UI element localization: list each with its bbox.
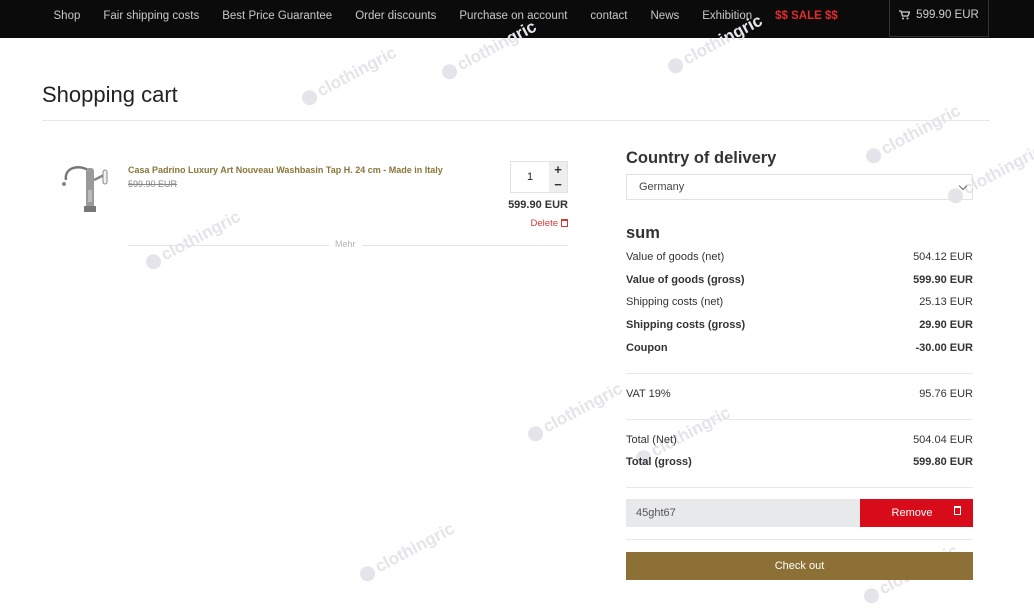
quantity-increase-button[interactable]: + — [549, 162, 567, 177]
row-label: VAT 19% — [626, 388, 671, 400]
more-toggle[interactable]: Mehr — [329, 239, 362, 249]
row-value: 25.13 EUR — [919, 296, 973, 308]
more-divider: Mehr — [128, 239, 568, 249]
row-value: 599.80 EUR — [913, 456, 973, 468]
row-label: Value of goods (net) — [626, 251, 725, 263]
row-value: 599.90 EUR — [913, 274, 973, 286]
divider — [626, 487, 973, 488]
checkout-button[interactable]: Check out — [626, 552, 973, 580]
row-label: Shipping costs (net) — [626, 296, 724, 308]
nav-best-price[interactable]: Best Price Guarantee — [222, 10, 332, 22]
cart-icon — [899, 10, 911, 20]
delivery-heading: Country of delivery — [626, 149, 777, 167]
divider — [626, 419, 973, 420]
watermark: clothingric — [142, 207, 244, 274]
trash-icon — [954, 506, 961, 515]
product-original-price: 599.90 EUR — [128, 179, 178, 189]
row-label: Value of goods (gross) — [626, 274, 745, 286]
title-divider — [42, 120, 990, 121]
nav-purchase-on-account[interactable]: Purchase on account — [459, 10, 567, 22]
chevron-down-icon — [958, 181, 968, 191]
top-navigation-bar: Shop Fair shipping costs Best Price Guar… — [0, 0, 1034, 38]
quantity-decrease-button[interactable]: − — [549, 177, 567, 192]
trash-icon — [561, 219, 568, 227]
nav-exhibition[interactable]: Exhibition — [702, 10, 752, 22]
sum-heading: sum — [626, 224, 660, 242]
mini-cart-total: 599.90 EUR — [916, 9, 979, 21]
product-thumbnail[interactable] — [58, 160, 122, 222]
coupon-code-field[interactable]: 45ght67 — [626, 499, 860, 527]
nav-sale[interactable]: $$ SALE $$ — [775, 10, 838, 22]
nav-shop[interactable]: Shop — [54, 10, 81, 22]
delete-item-link[interactable]: Delete — [490, 218, 568, 229]
main-nav: Shop Fair shipping costs Best Price Guar… — [42, 0, 849, 32]
watermark: clothingric — [524, 379, 626, 446]
row-label: Total (Net) — [626, 434, 677, 446]
mini-cart-button[interactable]: 599.90 EUR — [889, 0, 989, 37]
divider — [626, 539, 973, 540]
row-value: 95.76 EUR — [919, 388, 973, 400]
page-title: Shopping cart — [42, 82, 178, 107]
nav-fair-shipping[interactable]: Fair shipping costs — [103, 10, 199, 22]
row-value: 29.90 EUR — [919, 319, 973, 331]
line-item-price: 599.90 EUR — [508, 199, 568, 211]
divider — [626, 373, 973, 374]
remove-coupon-button[interactable]: Remove — [860, 499, 973, 527]
nav-news[interactable]: News — [651, 10, 680, 22]
country-select-value: Germany — [639, 181, 685, 193]
remove-label: Remove — [891, 507, 933, 519]
quantity-input[interactable]: 1 — [511, 162, 549, 192]
row-value: 504.04 EUR — [913, 434, 973, 446]
row-value: -30.00 EUR — [915, 342, 973, 354]
nav-contact[interactable]: contact — [590, 10, 627, 22]
nav-order-discounts[interactable]: Order discounts — [355, 10, 436, 22]
quantity-stepper: 1 + − — [510, 161, 568, 193]
row-label: Coupon — [626, 342, 668, 354]
product-name-link[interactable]: Casa Padrino Luxury Art Nouveau Washbasi… — [128, 165, 443, 175]
delete-label: Delete — [530, 218, 558, 229]
country-select[interactable]: Germany — [626, 174, 973, 200]
row-label: Shipping costs (gross) — [626, 319, 746, 331]
watermark: clothingric — [298, 43, 400, 110]
row-value: 504.12 EUR — [913, 251, 973, 263]
watermark: clothingric — [356, 519, 458, 586]
watermark: clothingric — [862, 101, 964, 168]
row-label: Total (gross) — [626, 456, 692, 468]
